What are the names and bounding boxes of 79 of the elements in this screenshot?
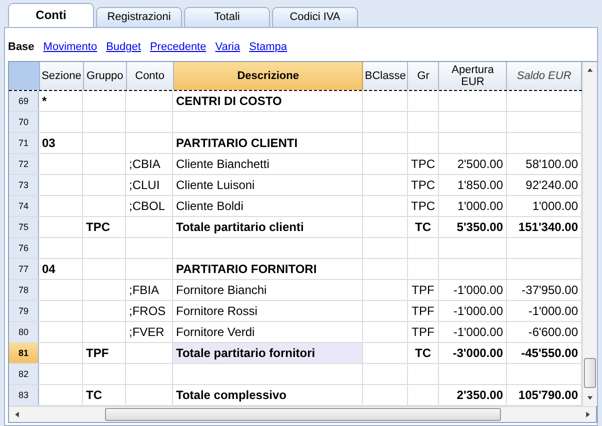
table-cell: TC (83, 385, 126, 405)
row-number: 74 (9, 196, 39, 216)
table-cell: ;FBIA (126, 280, 173, 300)
table-cell: * (39, 91, 83, 111)
table-cell: TPC (83, 217, 126, 237)
row-number: 73 (9, 175, 39, 195)
column-header[interactable]: Gruppo (84, 62, 127, 90)
table-cell: Fornitore Bianchi (173, 280, 363, 300)
tab[interactable]: Conti (8, 3, 94, 27)
table-cell: PARTITARIO CLIENTI (173, 133, 363, 153)
table-cell: ;FVER (126, 322, 173, 342)
table-cell: -1'000.00 (439, 280, 507, 300)
row-number: 77 (9, 259, 39, 279)
table-cell: Fornitore Rossi (173, 301, 363, 321)
column-header[interactable]: BClasse (363, 62, 408, 90)
row-number: 82 (9, 364, 39, 384)
table-cell: 2'350.00 (439, 385, 507, 405)
table-cell: 04 (39, 259, 83, 279)
column-header[interactable]: Apertura EUR (439, 62, 508, 90)
corner-cell (9, 62, 40, 90)
column-header[interactable]: Saldo EUR (507, 62, 582, 90)
row-number: 72 (9, 154, 39, 174)
view-link[interactable]: Base (8, 41, 34, 61)
table-cell: 2'500.00 (439, 154, 507, 174)
row-number: 76 (9, 238, 39, 258)
table-cell: Totale partitario fornitori (173, 343, 363, 363)
column-header[interactable]: Sezione (40, 62, 84, 90)
table-cell: CENTRI DI COSTO (173, 91, 363, 111)
table-cell: 1'850.00 (439, 175, 507, 195)
table-cell: 03 (39, 133, 83, 153)
table-cell: ;CLUI (126, 175, 173, 195)
row-number: 70 (9, 112, 39, 132)
view-link[interactable]: Movimento (43, 41, 98, 61)
vertical-scrollbar[interactable] (582, 62, 597, 406)
row-number: 71 (9, 133, 39, 153)
row-number: 78 (9, 280, 39, 300)
table-cell: Totale partitario clienti (173, 217, 363, 237)
table-cell: ;CBIA (126, 154, 173, 174)
column-header[interactable]: Conto (126, 62, 174, 90)
view-link[interactable]: Stampa (249, 41, 288, 61)
table-cell: TC (408, 217, 439, 237)
table-cell: TPC (408, 196, 439, 216)
table-cell: TC (408, 343, 439, 363)
table-cell: TPF (408, 301, 439, 321)
table-cell: TPC (408, 175, 439, 195)
table-cell: TPC (408, 154, 439, 174)
table-cell: -3'000.00 (439, 343, 507, 363)
scroll-thumb[interactable] (105, 408, 501, 421)
table-cell: Cliente Boldi (173, 196, 363, 216)
table-cell: -1'000.00 (439, 301, 507, 321)
tab[interactable]: Registrazioni (96, 7, 182, 27)
column-header[interactable]: Descrizione (174, 62, 364, 90)
row-number: 81 (9, 343, 39, 363)
tab[interactable]: Totali (184, 7, 270, 27)
row-number: 80 (9, 322, 39, 342)
scroll-thumb[interactable] (584, 358, 596, 388)
row-number: 69 (9, 91, 39, 111)
view-link[interactable]: Varia (215, 41, 240, 61)
row-number: 79 (9, 301, 39, 321)
table-cell: ;CBOL (126, 196, 173, 216)
table-cell: TPF (83, 343, 126, 363)
table-cell: -1'000.00 (439, 322, 507, 342)
table-cell: TPF (408, 280, 439, 300)
view-link[interactable]: Budget (106, 41, 141, 61)
table-cell: ;FROS (126, 301, 173, 321)
row-number: 83 (9, 385, 39, 405)
table-cell: Cliente Bianchetti (173, 154, 363, 174)
table-cell: 5'350.00 (439, 217, 507, 237)
view-link[interactable]: Precedente (150, 41, 206, 61)
table-cell: Fornitore Verdi (173, 322, 363, 342)
table-cell: Totale complessivo (173, 385, 363, 405)
horizontal-scrollbar[interactable] (9, 406, 596, 422)
column-header[interactable]: Gr (408, 62, 440, 90)
table-cell: 1'000.00 (439, 196, 507, 216)
table-cell: PARTITARIO FORNITORI (173, 259, 363, 279)
row-number: 75 (9, 217, 39, 237)
table-cell: Cliente Luisoni (173, 175, 363, 195)
table-cell: TPF (408, 322, 439, 342)
tab[interactable]: Codici IVA (272, 7, 358, 27)
